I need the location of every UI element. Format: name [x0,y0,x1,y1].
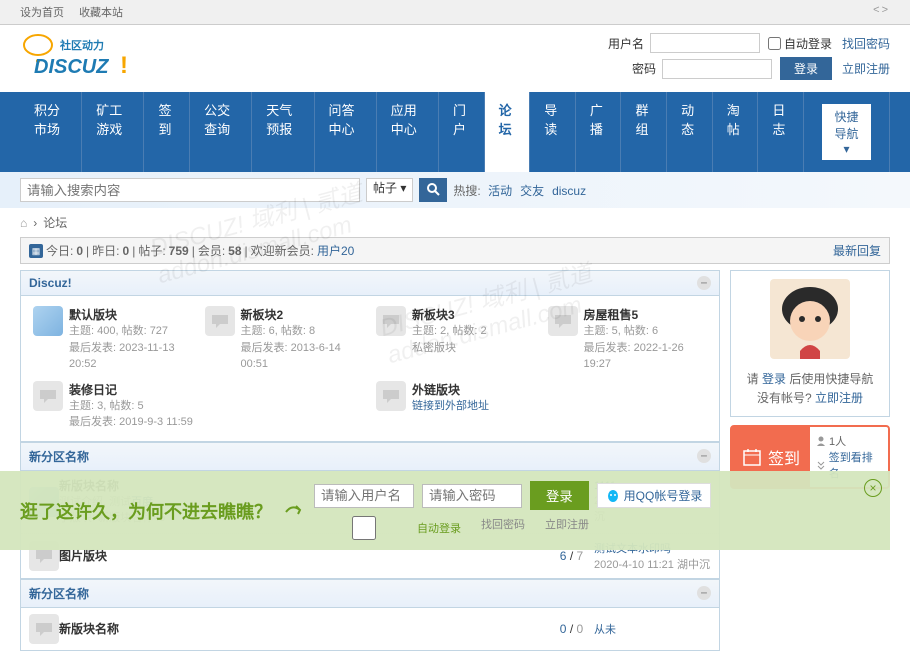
forum-icon [376,381,406,411]
quick-nav[interactable]: 快捷导航 ▾ [822,104,871,160]
forum-link[interactable]: 外链版块 [412,383,460,397]
collapse-icon[interactable]: – [697,586,711,600]
forum-link[interactable]: 默认版块 [69,308,117,322]
floater-password-input[interactable] [422,484,522,508]
register-link[interactable]: 立即注册 [842,60,890,77]
forum-icon [548,306,578,336]
latest-reply-link[interactable]: 最新回复 [833,242,881,259]
nav-item[interactable]: 天气预报 [252,92,314,172]
collapse-icon[interactable]: – [697,449,711,463]
forum-icon [29,614,59,644]
close-floater-button[interactable]: × [864,479,882,497]
cat-title[interactable]: Discuz! [29,276,72,290]
hot-label: 热搜: [453,184,480,198]
nav-item[interactable]: 公交查询 [190,92,252,172]
favorite-link[interactable]: 收藏本站 [79,7,123,19]
user-icon [816,436,826,446]
username-input[interactable] [650,33,760,53]
set-home-link[interactable]: 设为首页 [20,7,64,19]
nav-item[interactable]: 日志 [758,92,804,172]
auto-login-label: 自动登录 [784,35,832,52]
username-label: 用户名 [604,35,644,52]
password-label: 密码 [616,60,656,77]
auto-login-checkbox[interactable] [768,37,781,50]
sort-icon [816,460,826,470]
nav-item[interactable]: 淘帖 [713,92,759,172]
hot-tag[interactable]: 活动 [488,184,512,198]
floater-username-input[interactable] [314,484,414,508]
forum-link[interactable]: 图片版块 [59,549,107,563]
nav-item[interactable]: 群组 [621,92,667,172]
nav-item[interactable]: 应用中心 [377,92,439,172]
cat-title[interactable]: 新分区名称 [29,585,89,602]
login-button[interactable]: 登录 [780,57,832,80]
floater-register[interactable]: 立即注册 [545,516,589,540]
sidebar-register-link[interactable]: 立即注册 [815,391,863,405]
forum-icon [33,306,63,336]
forum-link[interactable]: 房屋租售5 [584,308,639,322]
svg-text:社区动力: 社区动力 [59,38,104,52]
share-icon [282,500,304,522]
search-button[interactable] [419,178,447,202]
breadcrumb-forum[interactable]: 论坛 [43,214,67,231]
forum-link[interactable]: 新板块3 [412,308,455,322]
guest-avatar [770,279,850,359]
nav-item[interactable]: 问答中心 [315,92,377,172]
site-logo[interactable]: 社区动力 DISCUZ ! [20,33,140,78]
qq-icon [606,489,620,503]
svg-text:DISCUZ: DISCUZ [34,56,109,78]
forum-link[interactable]: 新版块名称 [59,622,119,636]
nav-item[interactable]: 动态 [667,92,713,172]
floater-title: 逛了这许久，为何不进去瞧瞧？ [20,498,272,524]
collapse-icon[interactable]: – [697,276,711,290]
newest-member-link[interactable]: 用户20 [317,242,354,259]
forum-link[interactable]: 装修日记 [69,383,117,397]
nav-item[interactable]: 导读 [530,92,576,172]
cat-title[interactable]: 新分区名称 [29,448,89,465]
nav-item[interactable]: 论坛 [485,92,531,172]
calendar-icon [742,447,762,467]
home-icon[interactable]: ⌂ [20,216,27,230]
lastpost-link[interactable]: 从未 [594,624,616,636]
find-password-link[interactable]: 找回密码 [842,35,890,52]
sidebar-login-link[interactable]: 登录 [762,372,786,386]
floater-find-password[interactable]: 找回密码 [481,516,525,540]
search-type-select[interactable]: 帖子 ▾ [366,178,413,202]
search-input[interactable] [20,178,360,202]
forum-icon [33,381,63,411]
forum-link[interactable]: 新板块2 [241,308,284,322]
forum-icon [376,306,406,336]
qq-login-button[interactable]: 用QQ帐号登录 [597,483,712,508]
svg-text:!: ! [120,52,128,78]
stats-icon: ▦ [29,244,43,258]
forum-icon [205,306,235,336]
nav-item[interactable]: 广播 [576,92,622,172]
floater-auto-login[interactable]: 自动登录 [314,516,461,540]
nav-item[interactable]: 签到 [144,92,190,172]
nav-item[interactable]: 矿工游戏 [82,92,144,172]
floater-login-button[interactable]: 登录 [530,481,589,510]
more-icon[interactable]: <> [873,4,890,20]
password-input[interactable] [662,59,772,79]
nav-item[interactable]: 积分市场 [20,92,82,172]
hot-tag[interactable]: 交友 [520,184,544,198]
nav-item[interactable]: 门户 [439,92,485,172]
hot-tag[interactable]: discuz [552,184,586,198]
